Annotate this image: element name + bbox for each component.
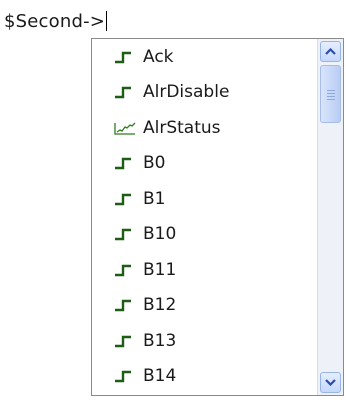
list-item-label: B12	[143, 295, 177, 316]
thumb-grip-line	[327, 93, 335, 94]
digital-signal-icon	[115, 229, 131, 241]
scroll-down-button[interactable]	[320, 372, 341, 393]
thumb-grip-line	[327, 96, 335, 97]
digital-signal-icon	[115, 300, 131, 312]
text-caret	[106, 11, 108, 31]
scrollbar-thumb[interactable]	[320, 65, 341, 123]
list-item-label: Ack	[143, 46, 174, 67]
scroll-up-button[interactable]	[320, 41, 341, 62]
digital-signal-icon	[115, 371, 131, 383]
digital-signal-icon	[115, 87, 131, 99]
list-item-label: B0	[143, 153, 166, 174]
editor-text: $Second->	[4, 10, 106, 32]
digital-signal-icon	[115, 158, 131, 170]
list-item[interactable]: B1	[92, 181, 317, 217]
list-item[interactable]: AlrDisable	[92, 75, 317, 111]
digital-signal-icon	[115, 51, 131, 63]
list-item[interactable]: B13	[92, 323, 317, 359]
list-item[interactable]: B10	[92, 217, 317, 253]
digital-signal-icon	[115, 264, 131, 276]
chevron-up-icon	[325, 48, 336, 55]
autocomplete-list: Ack AlrDisable AlrStatus B0 B1 B10 B11 B…	[92, 39, 317, 395]
list-item-label: B14	[143, 366, 177, 387]
list-item-label: AlrStatus	[143, 117, 221, 138]
list-item-label: B10	[143, 224, 177, 245]
autocomplete-popup: Ack AlrDisable AlrStatus B0 B1 B10 B11 B…	[91, 38, 344, 396]
list-item-label: B1	[143, 188, 166, 209]
thumb-grip-line	[327, 90, 335, 91]
list-item[interactable]: AlrStatus	[92, 110, 317, 146]
code-editor-line[interactable]: $Second->	[4, 8, 108, 34]
list-item-label: B11	[143, 259, 177, 280]
list-item-label: B13	[143, 330, 177, 351]
chevron-down-icon	[325, 379, 336, 386]
vertical-scrollbar[interactable]	[317, 39, 343, 395]
list-item[interactable]: B0	[92, 146, 317, 182]
list-item[interactable]: B12	[92, 288, 317, 324]
thumb-grip-line	[327, 99, 335, 100]
list-item[interactable]: B14	[92, 359, 317, 395]
digital-signal-icon	[115, 335, 131, 347]
analog-signal-icon	[114, 122, 136, 135]
digital-signal-icon	[115, 193, 131, 205]
list-item-label: AlrDisable	[143, 82, 230, 103]
list-item[interactable]: Ack	[92, 39, 317, 75]
list-item[interactable]: B11	[92, 252, 317, 288]
